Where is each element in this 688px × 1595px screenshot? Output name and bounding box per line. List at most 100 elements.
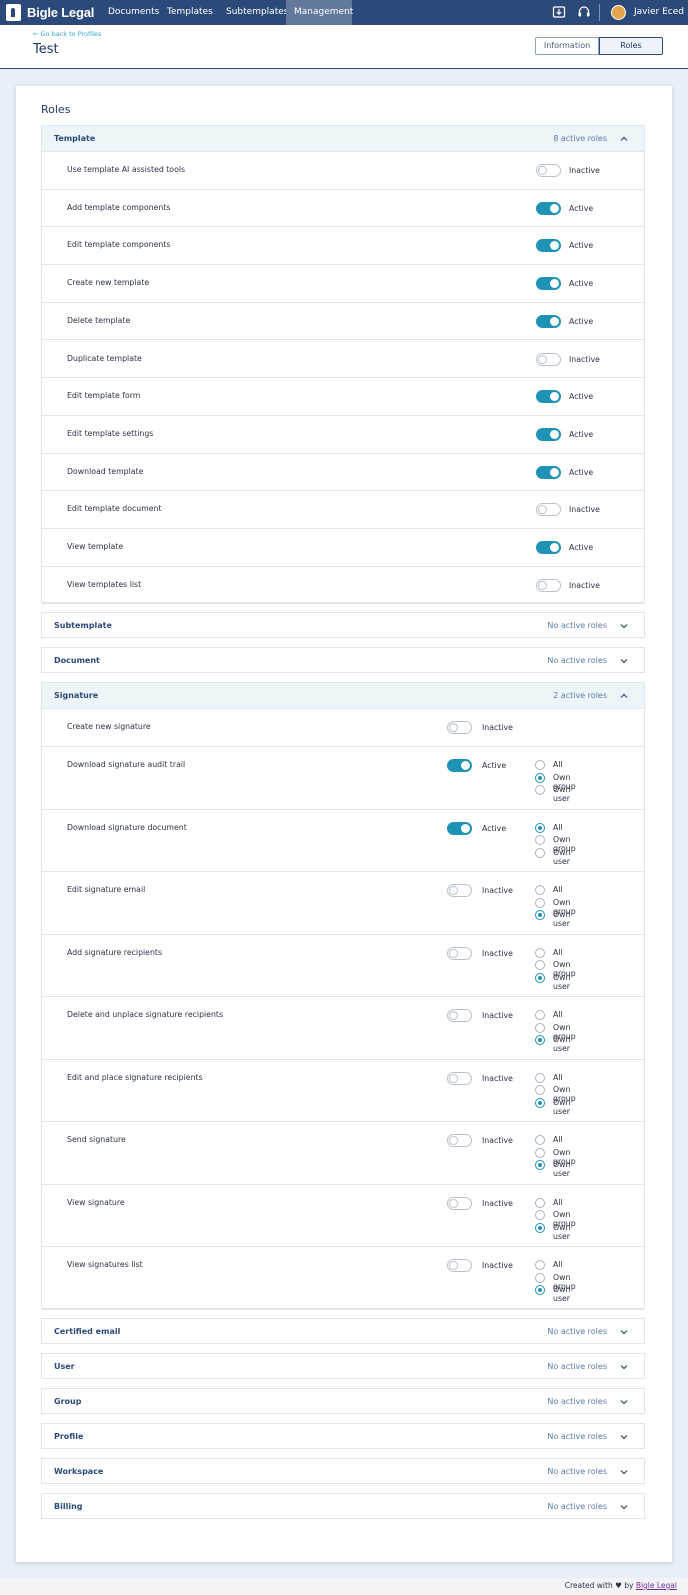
chevron-down-icon[interactable]	[619, 1327, 629, 1337]
role-toggle[interactable]	[447, 721, 472, 735]
role-toggle[interactable]	[447, 759, 472, 773]
section-header-signature[interactable]: Signature 2 active roles	[42, 683, 644, 710]
role-row: View templates list Inactive	[42, 567, 644, 605]
role-toggle[interactable]	[447, 1071, 472, 1085]
role-toggle[interactable]	[536, 427, 561, 441]
section-header-workspace[interactable]: Workspace No active roles	[42, 1459, 644, 1485]
role-toggle[interactable]	[536, 390, 561, 404]
role-toggle[interactable]	[447, 821, 472, 835]
radio-dot[interactable]	[535, 772, 545, 783]
nav-documents[interactable]: Documents	[100, 0, 167, 25]
role-toggle[interactable]	[536, 578, 561, 592]
radio-dot[interactable]	[535, 1147, 545, 1158]
section-header-group[interactable]: Group No active roles	[42, 1389, 644, 1415]
role-toggle[interactable]	[536, 201, 561, 215]
toggle-knob	[449, 1136, 458, 1146]
role-toggle[interactable]	[536, 503, 561, 517]
role-toggle[interactable]	[447, 1259, 472, 1273]
radio-dot[interactable]	[535, 1260, 545, 1271]
role-state: Active	[569, 543, 594, 552]
role-label: Send signature	[67, 1135, 126, 1145]
radio-dot[interactable]	[535, 822, 545, 833]
role-toggle[interactable]	[447, 1196, 472, 1210]
radio-dot[interactable]	[535, 1085, 545, 1096]
radio-dot[interactable]	[535, 785, 545, 796]
nav-templates[interactable]: Templates	[159, 0, 221, 25]
role-toggle[interactable]	[536, 352, 561, 366]
radio-dot[interactable]	[535, 1072, 545, 1083]
radio-dot[interactable]	[535, 972, 545, 983]
role-toggle[interactable]	[536, 465, 561, 479]
role-toggle[interactable]	[536, 239, 561, 253]
chevron-up-icon[interactable]	[619, 134, 629, 144]
user-name[interactable]: Javier Eced	[634, 0, 684, 25]
back-link[interactable]: ← Go back to Profiles	[33, 30, 101, 38]
chevron-down-icon[interactable]	[619, 1432, 629, 1442]
radio-dot[interactable]	[535, 960, 545, 971]
headset-icon[interactable]	[577, 5, 591, 19]
role-state: Inactive	[482, 886, 513, 896]
toggle-knob	[550, 392, 559, 402]
radio-dot[interactable]	[535, 947, 545, 958]
role-row: View signatures list Inactive All Own group…	[42, 1247, 644, 1310]
radio-dot[interactable]	[535, 1285, 545, 1296]
avatar[interactable]	[611, 5, 626, 20]
radio-dot[interactable]	[535, 847, 545, 858]
nav-management[interactable]: Management	[286, 0, 353, 25]
active-roles-count: No active roles	[547, 1396, 607, 1406]
section-header-user[interactable]: User No active roles	[42, 1354, 644, 1380]
radio-dot[interactable]	[535, 1160, 545, 1171]
radio-dot[interactable]	[535, 897, 545, 908]
section-header-billing[interactable]: Billing No active roles	[42, 1494, 644, 1520]
tab-information[interactable]: Information	[535, 37, 599, 55]
chevron-down-icon[interactable]	[619, 621, 629, 631]
role-label: Edit signature email	[67, 885, 146, 895]
role-toggle[interactable]	[536, 541, 561, 554]
chevron-down-icon[interactable]	[619, 1362, 629, 1372]
footer-text: Created with ♥ by Bigle Legal	[565, 1581, 677, 1590]
chevron-down-icon[interactable]	[619, 1502, 629, 1512]
radio-dot[interactable]	[535, 1022, 545, 1033]
radio-dot[interactable]	[535, 1197, 545, 1208]
section-header-document[interactable]: Document No active roles	[42, 648, 644, 674]
role-row: Edit signature email Inactive All Own group…	[42, 872, 644, 935]
radio-dot[interactable]	[535, 1222, 545, 1233]
footer-link[interactable]: Bigle Legal	[636, 1581, 677, 1590]
radio-dot[interactable]	[535, 885, 545, 896]
chevron-up-icon[interactable]	[619, 691, 629, 701]
radio-dot[interactable]	[535, 1097, 545, 1108]
section-header-subtemplate[interactable]: Subtemplate No active roles	[42, 613, 644, 639]
role-toggle[interactable]	[536, 164, 561, 177]
radio-dot[interactable]	[535, 835, 545, 846]
role-toggle[interactable]	[447, 884, 472, 898]
role-toggle[interactable]	[447, 946, 472, 960]
radio-dot[interactable]	[535, 1135, 545, 1146]
chevron-down-icon[interactable]	[619, 1397, 629, 1407]
section-header-certified-email[interactable]: Certified email No active roles	[42, 1319, 644, 1345]
chevron-down-icon[interactable]	[619, 656, 629, 666]
chevron-down-icon[interactable]	[619, 1467, 629, 1477]
radio-dot[interactable]	[535, 760, 545, 771]
role-state: Inactive	[569, 354, 600, 364]
section-header-profile[interactable]: Profile No active roles	[42, 1424, 644, 1450]
download-icon[interactable]	[552, 5, 566, 19]
radio-dot[interactable]	[535, 1272, 545, 1283]
tab-bar: Information Roles	[535, 37, 663, 55]
radio-dot[interactable]	[535, 1035, 545, 1046]
radio-dot[interactable]	[535, 1010, 545, 1021]
nav-subtemplates[interactable]: Subtemplates	[218, 0, 296, 25]
role-state: Active	[569, 467, 594, 477]
role-state: Active	[569, 203, 594, 213]
role-toggle[interactable]	[536, 277, 561, 291]
role-toggle[interactable]	[447, 1134, 472, 1148]
role-toggle[interactable]	[536, 314, 561, 328]
role-toggle[interactable]	[447, 1009, 472, 1023]
tab-roles[interactable]: Roles	[599, 37, 663, 55]
section-document: Document No active roles	[41, 647, 645, 674]
role-label: Duplicate template	[67, 353, 142, 363]
role-state: Active	[482, 823, 507, 833]
section-header-template[interactable]: Template 8 active roles	[42, 126, 644, 152]
radio-dot[interactable]	[535, 910, 545, 921]
radio-dot[interactable]	[535, 1210, 545, 1221]
brand-logo[interactable]: Bigle Legal	[6, 4, 94, 21]
